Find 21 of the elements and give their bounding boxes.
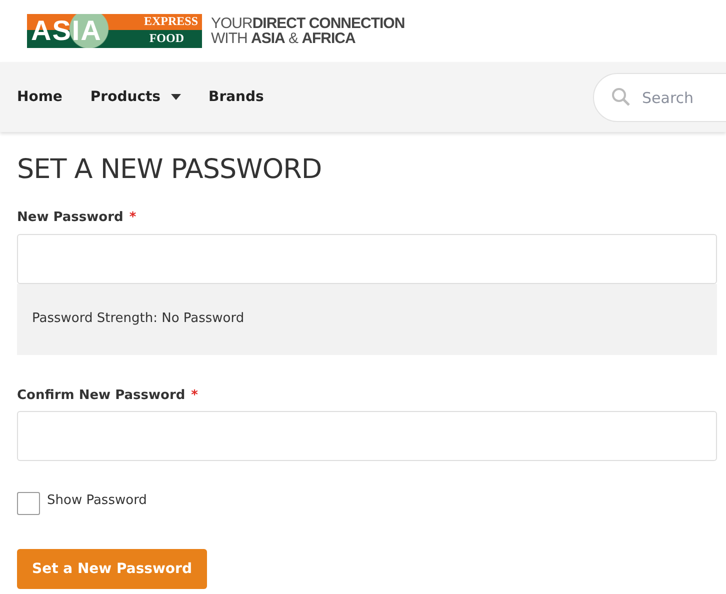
logo-text: FOOD: [149, 31, 184, 46]
nav-link[interactable]: Products: [90, 86, 181, 108]
required-mark: *: [191, 386, 198, 404]
field-label: New Password: [17, 209, 124, 227]
tagline-text: WITH ASIA & AFRICA: [211, 31, 356, 46]
caret-icon: [170, 94, 181, 100]
nav-link[interactable]: Brands: [208, 86, 264, 108]
search-icon: [611, 87, 631, 107]
logo-text: EXPRESS: [144, 14, 198, 29]
field-label: Confirm New Password: [17, 386, 186, 404]
input-field[interactable]: [17, 234, 717, 284]
tagline-text: YOURDIRECT CONNECTION: [211, 16, 405, 31]
page-heading: SET A NEW PASSWORD: [17, 153, 323, 187]
password-strength: Password Strength: No Password: [32, 310, 244, 328]
nav-link[interactable]: Home: [17, 86, 62, 108]
checkbox[interactable]: [17, 492, 40, 515]
checkbox-label: Show Password: [47, 492, 147, 510]
logo-wordmark: ASIA: [31, 15, 102, 47]
required-mark: *: [129, 209, 136, 227]
input-field[interactable]: [17, 411, 717, 461]
search-field[interactable]: Search: [593, 73, 726, 122]
